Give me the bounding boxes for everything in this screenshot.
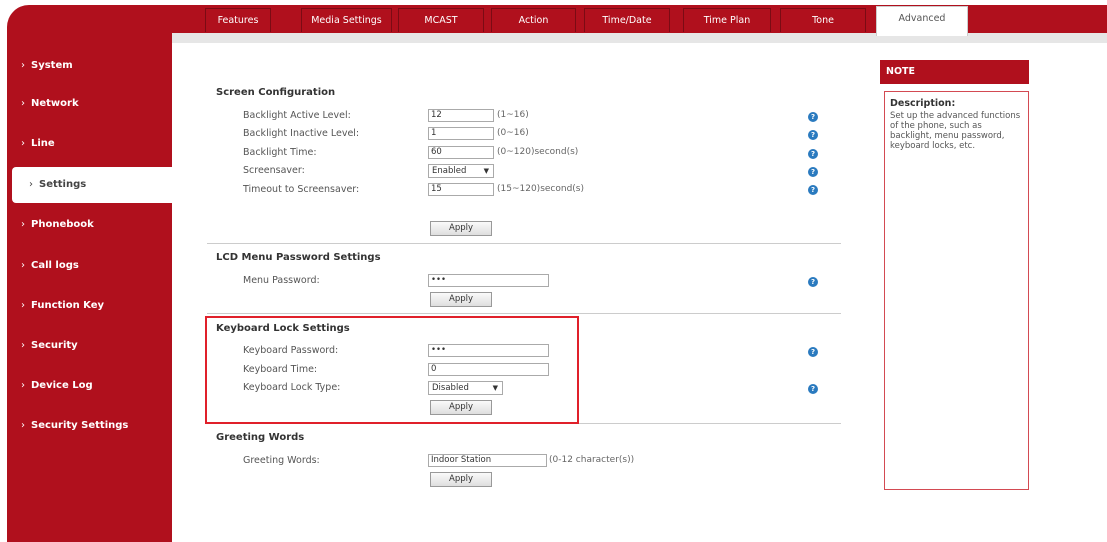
section-title-screen: Screen Configuration [216, 87, 336, 98]
backlight-inactive-label: Backlight Inactive Level: [243, 128, 360, 139]
help-icon[interactable]: ? [808, 130, 818, 140]
sidebar-item-call-logs[interactable]: › Call logs [7, 248, 172, 284]
chevron-down-icon: ▼ [483, 167, 489, 175]
chevron-right-icon: › [29, 179, 33, 190]
tab-time-plan[interactable]: Time Plan [683, 8, 771, 32]
greeting-words-hint: (0-12 character(s)) [549, 455, 635, 465]
highlight-box [205, 316, 579, 424]
chevron-right-icon: › [21, 98, 25, 109]
note-header: NOTE [880, 60, 1029, 84]
screensaver-value: Enabled [432, 166, 467, 176]
sidebar-item-label: Line [31, 138, 55, 149]
sidebar-item-label: System [31, 60, 73, 71]
sidebar-item-label: Function Key [31, 300, 105, 311]
sidebar-item-system[interactable]: › System [7, 48, 172, 84]
backlight-active-label: Backlight Active Level: [243, 110, 351, 121]
sidebar-item-function-key[interactable]: › Function Key [7, 288, 172, 324]
tab-mcast[interactable]: MCAST [398, 8, 484, 32]
timeout-screensaver-input[interactable]: 15 [428, 183, 494, 196]
sidebar-item-security[interactable]: › Security [7, 328, 172, 364]
section-title-greeting: Greeting Words [216, 432, 305, 443]
tab-media-settings[interactable]: Media Settings [301, 8, 392, 32]
note-title: Description: [890, 98, 956, 109]
divider [207, 243, 841, 244]
greeting-words-input[interactable]: Indoor Station [428, 454, 547, 467]
timeout-screensaver-hint: (15~120)second(s) [497, 184, 585, 194]
section-title-lcd: LCD Menu Password Settings [216, 252, 381, 263]
backlight-active-input[interactable]: 12 [428, 109, 494, 122]
backlight-inactive-hint: (0~16) [497, 128, 529, 138]
note-text: Set up the advanced functions of the pho… [890, 111, 1021, 151]
help-icon[interactable]: ? [808, 149, 818, 159]
chevron-right-icon: › [21, 60, 25, 71]
sidebar-item-label: Security Settings [31, 420, 129, 431]
sidebar-cap [7, 5, 172, 31]
backlight-time-input[interactable]: 60 [428, 146, 494, 159]
sidebar-item-label: Settings [39, 179, 87, 190]
backlight-time-label: Backlight Time: [243, 147, 317, 158]
tab-features[interactable]: Features [205, 8, 271, 32]
chevron-right-icon: › [21, 420, 25, 431]
backlight-time-hint: (0~120)second(s) [497, 147, 579, 157]
greeting-apply-button[interactable]: Apply [430, 472, 492, 487]
timeout-screensaver-label: Timeout to Screensaver: [243, 184, 360, 195]
help-icon[interactable]: ? [808, 112, 818, 122]
screensaver-label: Screensaver: [243, 165, 305, 176]
help-icon[interactable]: ? [808, 277, 818, 287]
sidebar-item-label: Phonebook [31, 219, 94, 230]
chevron-right-icon: › [21, 380, 25, 391]
screen-apply-button[interactable]: Apply [430, 221, 492, 236]
help-icon[interactable]: ? [808, 384, 818, 394]
sidebar-item-settings[interactable]: › Settings [12, 167, 177, 203]
sidebar-item-label: Device Log [31, 380, 93, 391]
lcd-apply-button[interactable]: Apply [430, 292, 492, 307]
greeting-words-label: Greeting Words: [243, 455, 320, 466]
sidebar-item-network[interactable]: › Network [7, 86, 172, 122]
menu-password-input[interactable]: ••• [428, 274, 549, 287]
help-icon[interactable]: ? [808, 347, 818, 357]
sidebar-item-device-log[interactable]: › Device Log [7, 368, 172, 404]
help-icon[interactable]: ? [808, 185, 818, 195]
backlight-inactive-input[interactable]: 1 [428, 127, 494, 140]
backlight-active-hint: (1~16) [497, 110, 529, 120]
tab-action[interactable]: Action [491, 8, 576, 32]
chevron-right-icon: › [21, 260, 25, 271]
tab-time-date[interactable]: Time/Date [584, 8, 670, 32]
sidebar-item-phonebook[interactable]: › Phonebook [7, 207, 172, 243]
note-panel: Description: Set up the advanced functio… [884, 91, 1029, 490]
sidebar-item-label: Network [31, 98, 79, 109]
help-icon[interactable]: ? [808, 167, 818, 177]
tab-tone[interactable]: Tone [780, 8, 866, 32]
sidebar-item-line[interactable]: › Line [7, 126, 172, 162]
sidebar-item-security-settings[interactable]: › Security Settings [7, 408, 172, 444]
menu-password-label: Menu Password: [243, 275, 320, 286]
chevron-right-icon: › [21, 138, 25, 149]
divider [207, 313, 841, 314]
screensaver-select[interactable]: Enabled ▼ [428, 164, 494, 178]
chevron-right-icon: › [21, 340, 25, 351]
tab-advanced[interactable]: Advanced [876, 6, 968, 36]
chevron-right-icon: › [21, 300, 25, 311]
sidebar-item-label: Call logs [31, 260, 79, 271]
chevron-right-icon: › [21, 219, 25, 230]
sidebar-item-label: Security [31, 340, 78, 351]
